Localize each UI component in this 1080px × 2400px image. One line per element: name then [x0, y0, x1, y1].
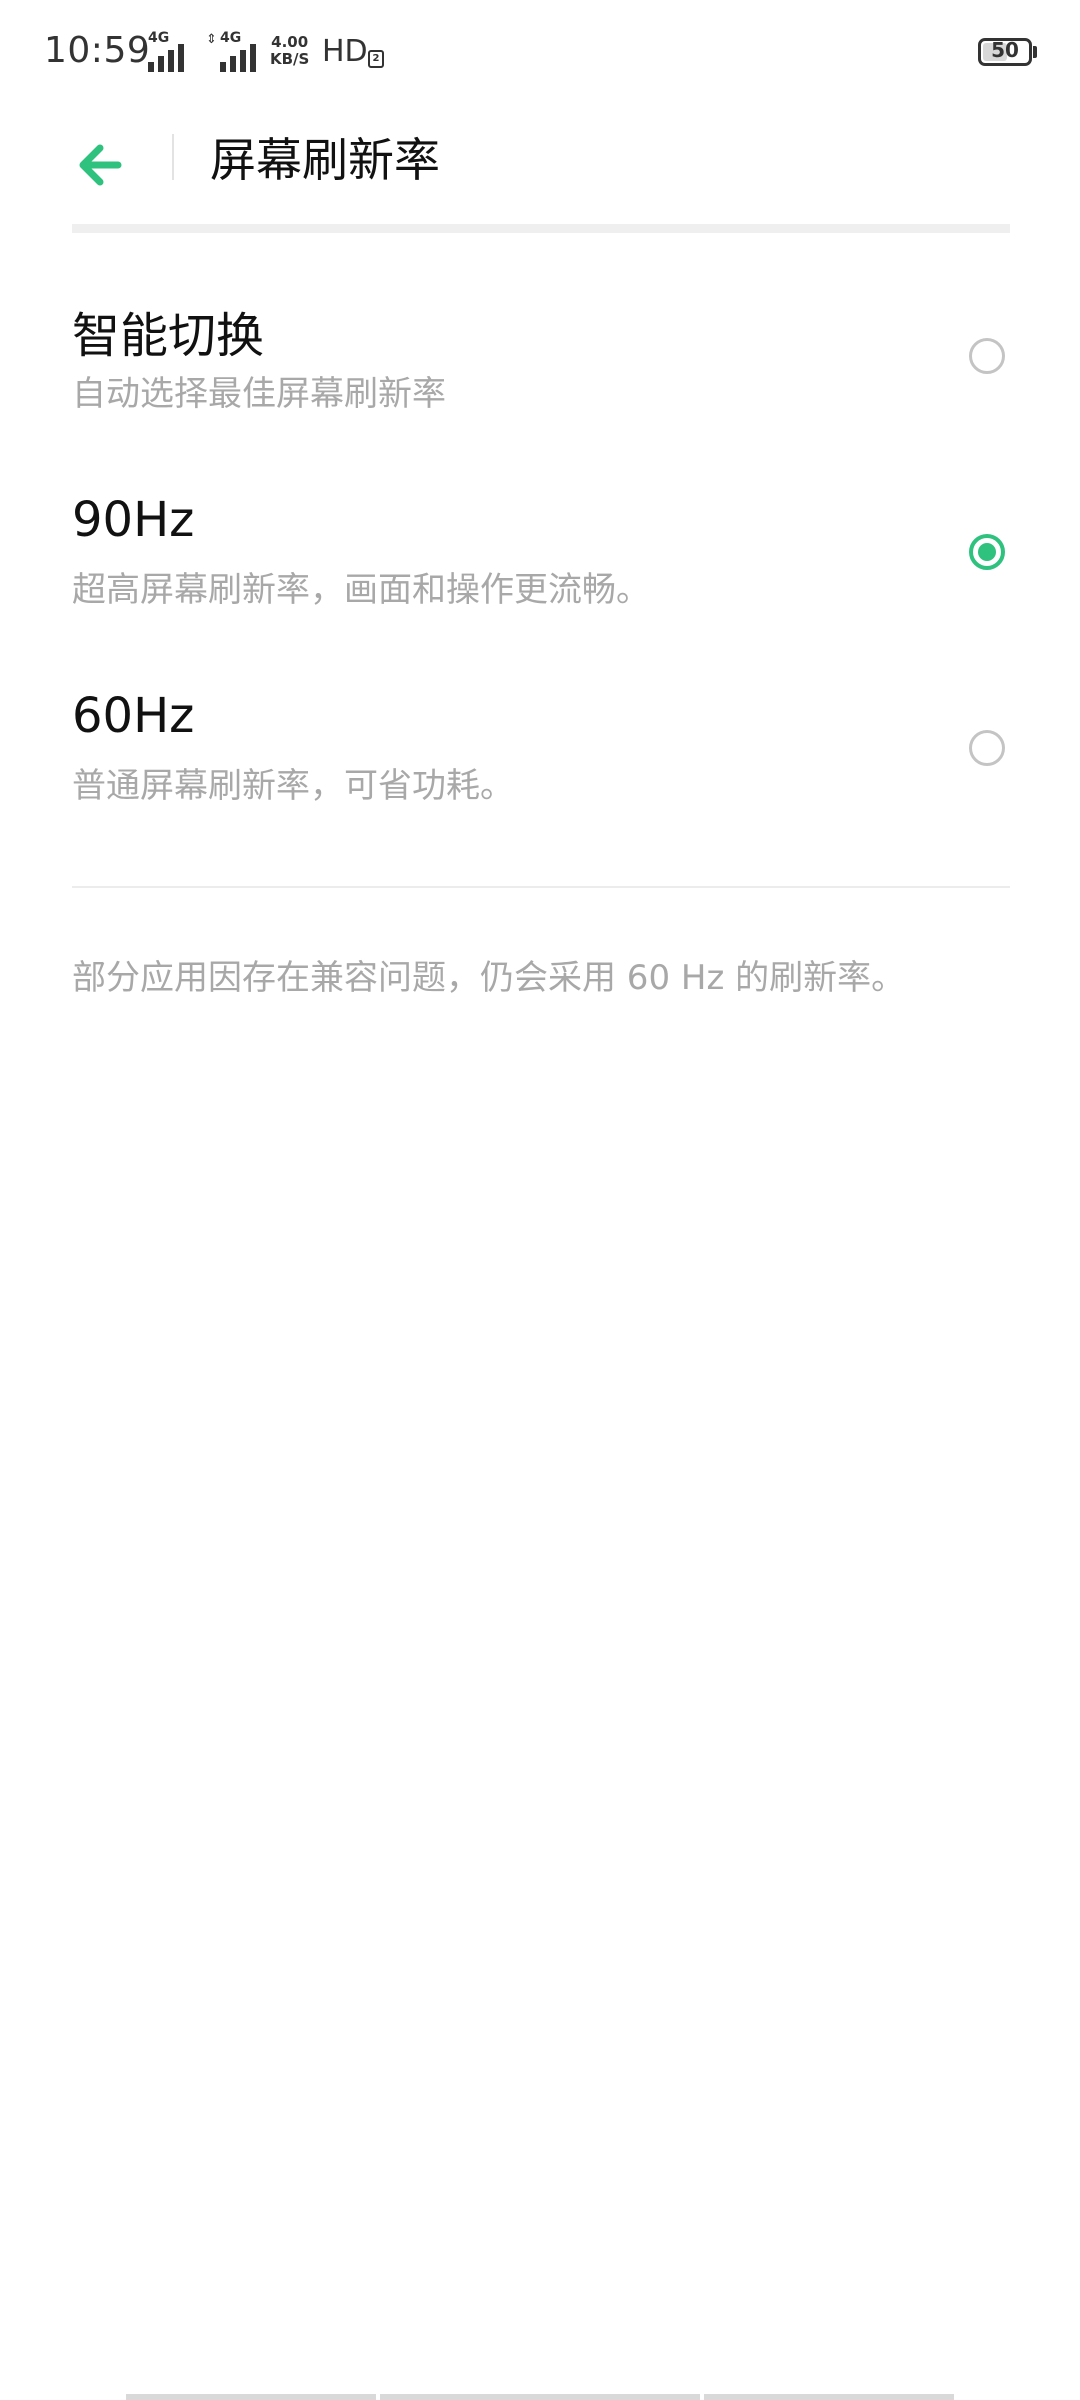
sim2-signal-icon: 4G ⇕ [206, 30, 262, 72]
option-90hz[interactable]: 90Hz 超高屏幕刷新率，画面和操作更流畅。 [72, 492, 1010, 662]
battery-tip [1033, 46, 1037, 58]
option-title: 60Hz [72, 688, 195, 744]
option-title: 90Hz [72, 492, 195, 548]
network-speed: 4.00 KB/S [270, 34, 309, 68]
option-title: 智能切换 [72, 308, 265, 364]
battery-icon: 50 [978, 38, 1032, 66]
option-smart-switch[interactable]: 智能切换 自动选择最佳屏幕刷新率 [72, 296, 1010, 466]
nav-gesture-bar-right[interactable] [704, 2394, 954, 2400]
header-bottom-divider [72, 224, 1010, 233]
back-button[interactable] [70, 130, 140, 200]
hd-sim-index: 2 [368, 50, 384, 68]
compatibility-note: 部分应用因存在兼容问题，仍会采用 60 Hz 的刷新率。 [72, 958, 906, 998]
option-subtitle: 自动选择最佳屏幕刷新率 [72, 374, 446, 414]
arrow-left-icon [79, 144, 122, 186]
network-speed-unit: KB/S [270, 50, 310, 68]
radio-button[interactable] [969, 730, 1005, 766]
section-divider [72, 886, 1010, 888]
sim1-signal-icon: 4G [148, 30, 192, 72]
page-title: 屏幕刷新率 [210, 133, 440, 187]
nav-gesture-bar-center[interactable] [380, 2394, 700, 2400]
status-bar: 10:59 4G 4G ⇕ 4.00 KB/S HD 2 50 [0, 0, 1080, 110]
app-header: 屏幕刷新率 [0, 110, 1080, 230]
option-60hz[interactable]: 60Hz 普通屏幕刷新率，可省功耗。 [72, 688, 1010, 858]
radio-button[interactable] [969, 338, 1005, 374]
radio-button-checked[interactable] [969, 534, 1005, 570]
network-speed-value: 4.00 [271, 33, 309, 51]
option-subtitle: 超高屏幕刷新率，画面和操作更流畅。 [72, 570, 650, 610]
data-activity-icon: ⇕ [206, 32, 217, 47]
battery-level: 50 [991, 38, 1019, 62]
hd-voice-icon: HD [322, 34, 368, 69]
option-subtitle: 普通屏幕刷新率，可省功耗。 [72, 766, 514, 806]
nav-gesture-bar-left[interactable] [126, 2394, 376, 2400]
status-time: 10:59 [44, 30, 151, 71]
header-divider [172, 134, 174, 180]
